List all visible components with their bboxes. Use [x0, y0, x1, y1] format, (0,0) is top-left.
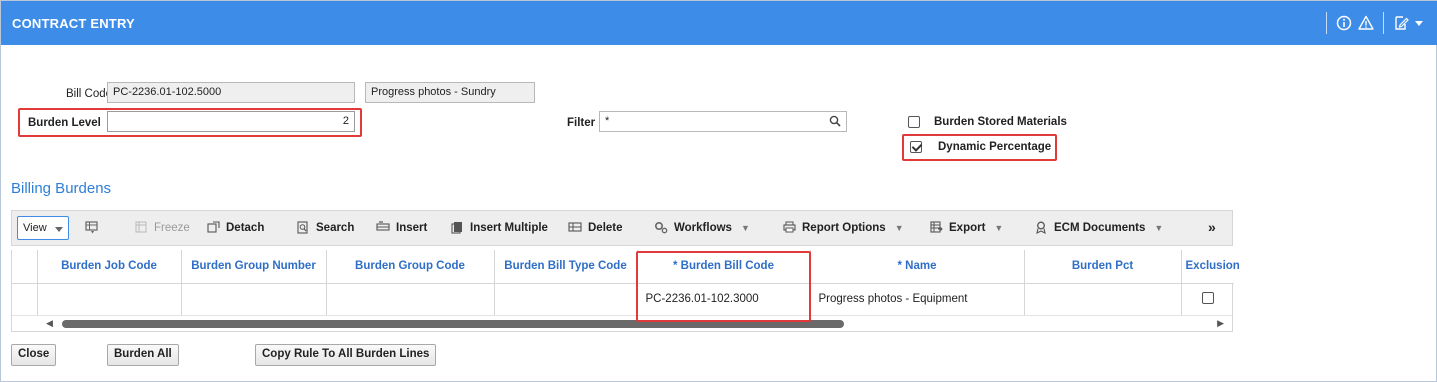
row-selector-header: [12, 250, 38, 284]
col-burden-job-code[interactable]: Burden Job Code: [37, 250, 182, 284]
bill-code-field[interactable]: PC-2236.01-102.5000: [107, 82, 355, 103]
burden-bill-code-highlight: [636, 251, 811, 322]
workflows-button[interactable]: Workflows ▼: [654, 221, 750, 234]
exclusion-checkbox[interactable]: [1201, 291, 1214, 304]
ecm-documents-icon: [1034, 221, 1048, 235]
insert-row-icon: [376, 221, 390, 234]
cell-burden-bill-type-code[interactable]: [494, 283, 638, 315]
grid-settings-button[interactable]: [84, 221, 104, 234]
detach-button[interactable]: Detach: [206, 221, 264, 234]
burden-level-label: Burden Level: [28, 117, 101, 129]
grid-settings-icon: [84, 221, 98, 234]
export-label: Export: [949, 221, 986, 234]
cell-exclusion: [1181, 283, 1234, 315]
view-select-label: View: [23, 222, 47, 234]
insert-label: Insert: [396, 221, 428, 234]
warning-icon[interactable]: [1355, 12, 1377, 34]
header-actions: [1320, 11, 1426, 35]
col-burden-pct[interactable]: Burden Pct: [1024, 250, 1182, 284]
col-burden-group-number[interactable]: Burden Group Number: [181, 250, 327, 284]
dropdown-caret-icon[interactable]: [1412, 12, 1426, 34]
freeze-icon: [134, 221, 148, 234]
ecm-documents-label: ECM Documents: [1054, 221, 1146, 234]
more-toolbar-button[interactable]: »: [1208, 219, 1216, 235]
cell-burden-pct[interactable]: [1024, 283, 1182, 315]
export-icon: [929, 221, 943, 234]
grid-header-row: Burden Job Code Burden Group Number Burd…: [12, 250, 1240, 284]
col-burden-group-code[interactable]: Burden Group Code: [326, 250, 495, 284]
freeze-label: Freeze: [154, 221, 190, 234]
title-bar: CONTRACT ENTRY: [1, 1, 1437, 45]
table-row[interactable]: PC-2236.01-102.3000 Progress photos - Eq…: [12, 283, 1234, 315]
insert-multiple-label: Insert Multiple: [470, 221, 548, 234]
insert-button[interactable]: Insert: [376, 221, 427, 234]
export-button[interactable]: Export ▼: [929, 221, 1003, 234]
horizontal-scrollbar[interactable]: ◀ ▶: [12, 315, 1232, 331]
workflows-gear-icon: [654, 221, 668, 234]
cell-burden-group-number[interactable]: [181, 283, 327, 315]
search-doc-icon: [296, 221, 310, 234]
search-button[interactable]: Search: [296, 221, 354, 234]
edit-note-icon[interactable]: [1390, 12, 1412, 34]
delete-row-icon: [568, 221, 582, 234]
delete-button[interactable]: Delete: [568, 221, 623, 234]
caret-down-icon: ▼: [740, 222, 750, 233]
search-icon[interactable]: [829, 115, 841, 130]
insert-multiple-icon: [450, 221, 464, 234]
bill-code-label: Bill Code: [66, 88, 113, 100]
separator: [1383, 12, 1384, 34]
ecm-documents-button[interactable]: ECM Documents ▼: [1034, 221, 1164, 235]
freeze-button[interactable]: Freeze: [134, 221, 190, 234]
printer-icon: [782, 221, 796, 234]
search-label: Search: [316, 221, 355, 234]
col-burden-bill-type-code[interactable]: Burden Bill Type Code: [494, 250, 638, 284]
view-select[interactable]: View: [17, 216, 69, 240]
burden-level-input[interactable]: 2: [107, 111, 355, 132]
report-options-button[interactable]: Report Options ▼: [782, 221, 904, 234]
delete-label: Delete: [588, 221, 623, 234]
close-button[interactable]: Close: [11, 344, 57, 366]
caret-down-icon: ▼: [994, 222, 1004, 233]
col-name[interactable]: * Name: [810, 250, 1025, 284]
filter-label: Filter: [567, 117, 596, 129]
burden-stored-materials-label: Burden Stored Materials: [934, 116, 1067, 128]
detach-icon: [206, 221, 220, 234]
bill-code-description: Progress photos - Sundry: [365, 82, 535, 103]
billing-burdens-title: Billing Burdens: [11, 180, 112, 197]
scroll-left-icon[interactable]: ◀: [46, 318, 53, 329]
workflows-label: Workflows: [674, 221, 732, 234]
cell-name[interactable]: Progress photos - Equipment: [810, 283, 1025, 315]
detach-label: Detach: [226, 221, 265, 234]
window-title: CONTRACT ENTRY: [12, 16, 135, 31]
burden-all-button[interactable]: Burden All: [107, 344, 179, 366]
cell-burden-job-code[interactable]: [37, 283, 182, 315]
dynamic-percentage-label: Dynamic Percentage: [938, 141, 1052, 153]
chevron-down-icon: [55, 224, 63, 236]
filter-value: *: [605, 115, 610, 127]
caret-down-icon: ▼: [894, 222, 904, 233]
insert-multiple-button[interactable]: Insert Multiple: [450, 221, 548, 234]
info-icon[interactable]: [1333, 12, 1355, 34]
burden-stored-materials-checkbox[interactable]: [908, 116, 920, 128]
grid-toolbar: View Freeze Detach Search Insert Insert …: [11, 210, 1233, 246]
filter-input[interactable]: *: [599, 111, 847, 132]
col-exclusion[interactable]: Exclusion: [1181, 250, 1240, 284]
copy-rule-button[interactable]: Copy Rule To All Burden Lines: [255, 344, 437, 366]
report-options-label: Report Options: [802, 221, 886, 234]
dynamic-percentage-checkbox[interactable]: [910, 141, 922, 153]
caret-down-icon: ▼: [1154, 222, 1164, 233]
cell-burden-group-code[interactable]: [326, 283, 495, 315]
scroll-right-icon[interactable]: ▶: [1217, 318, 1224, 329]
billing-burdens-grid: Burden Job Code Burden Group Number Burd…: [11, 250, 1240, 332]
row-selector[interactable]: [12, 283, 38, 315]
contract-entry-window: CONTRACT ENTRY Bill Code PC-2236.01-102.…: [0, 0, 1437, 382]
separator: [1326, 12, 1327, 34]
